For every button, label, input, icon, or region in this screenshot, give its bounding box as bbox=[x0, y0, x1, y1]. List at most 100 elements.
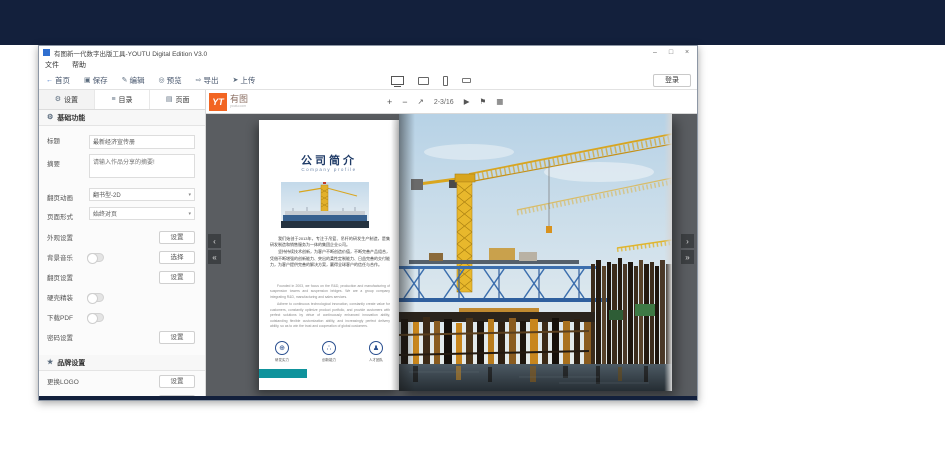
title-bar[interactable]: 有图新一代数字出版工具-YOUTU Digital Edition V3.0 –… bbox=[39, 46, 697, 59]
edit-pencil-icon: ✎ bbox=[122, 77, 128, 84]
upload-label: 上传 bbox=[240, 75, 255, 86]
feature-icons-row: ⊕ 研发实力 ∴ 创新能力 ♟ 人才团队 bbox=[259, 341, 399, 363]
download-pdf-row: 下载PDF bbox=[39, 307, 205, 327]
appearance-settings-button[interactable]: 设置 bbox=[159, 231, 195, 244]
list-icon: ≡ bbox=[111, 96, 115, 103]
fullscreen-icon[interactable]: ↗ bbox=[418, 98, 424, 106]
right-page-nav: › » bbox=[681, 234, 694, 264]
tab-settings-label: 设置 bbox=[64, 95, 78, 105]
flipbook-viewer: YT 有图 youtu.com + − ↗ 2-3/16 ▶ ⚑ ▦ bbox=[206, 90, 697, 396]
page-turn-settings-button[interactable]: 设置 bbox=[159, 271, 195, 284]
home-button[interactable]: ← 首页 bbox=[46, 75, 70, 86]
window-title: 有图新一代数字出版工具-YOUTU Digital Edition V3.0 bbox=[54, 48, 647, 58]
first-page-button[interactable]: « bbox=[208, 250, 221, 264]
zoom-in-button[interactable]: + bbox=[387, 98, 392, 107]
tablet-device-icon[interactable] bbox=[418, 77, 429, 85]
bookmark-icon[interactable]: ⚑ bbox=[479, 98, 486, 106]
phone-device-icon[interactable] bbox=[443, 76, 448, 86]
menu-file[interactable]: 文件 bbox=[45, 60, 59, 70]
edit-label: 编辑 bbox=[130, 75, 145, 86]
page-form-select[interactable]: 始终对页 ▾ bbox=[89, 207, 195, 220]
export-icon: ⇨ bbox=[196, 77, 202, 84]
prev-page-button[interactable]: ‹ bbox=[208, 234, 221, 248]
feature-caption: 人才团队 bbox=[369, 358, 383, 363]
upload-button[interactable]: ➤ 上传 bbox=[232, 75, 255, 86]
maximize-button[interactable]: □ bbox=[663, 46, 679, 59]
appearance-label: 外观设置 bbox=[47, 232, 73, 242]
viewer-controls: + − ↗ 2-3/16 ▶ ⚑ ▦ bbox=[387, 90, 503, 114]
chart-dots-icon: ∴ bbox=[322, 341, 336, 355]
settings-sidebar: ⚙ 设置 ≡ 目录 ▤ 页面 ⚙ 基础功能 bbox=[39, 90, 206, 396]
summary-input[interactable] bbox=[89, 154, 195, 178]
tab-settings[interactable]: ⚙ 设置 bbox=[39, 90, 95, 109]
back-arrow-icon: ← bbox=[46, 77, 53, 84]
edit-button[interactable]: ✎ 编辑 bbox=[122, 75, 145, 86]
preview-button[interactable]: ◎ 预览 bbox=[159, 75, 182, 86]
viewer-canvas: ‹ « › » 公司简介 Company profile bbox=[206, 114, 697, 396]
download-pdf-label: 下载PDF bbox=[47, 312, 73, 322]
next-page-button[interactable]: › bbox=[681, 234, 694, 248]
change-logo-row: 更换LOGO 设置 bbox=[39, 371, 205, 391]
flip-animation-label: 翻页动画 bbox=[47, 188, 89, 202]
title-field-row: 标题 bbox=[39, 126, 205, 149]
menu-help[interactable]: 帮助 bbox=[72, 60, 86, 70]
save-label: 保存 bbox=[93, 75, 108, 86]
autoplay-button[interactable]: ▶ bbox=[464, 98, 470, 106]
minimize-button[interactable]: – bbox=[647, 46, 663, 59]
crane-photo-thumbnail bbox=[281, 182, 369, 228]
music-label: 背景音乐 bbox=[47, 252, 73, 262]
password-settings-button[interactable]: 设置 bbox=[159, 331, 195, 344]
page-form-row: 页面形式 始终对页 ▾ bbox=[39, 202, 205, 221]
youtu-logo: YT bbox=[209, 93, 227, 111]
feature-caption: 创新能力 bbox=[322, 358, 336, 363]
zoom-out-button[interactable]: − bbox=[402, 98, 407, 107]
tab-catalog[interactable]: ≡ 目录 bbox=[95, 90, 151, 109]
title-input[interactable] bbox=[89, 135, 195, 149]
login-button[interactable]: 登录 bbox=[653, 74, 691, 87]
section-brand-settings: ★ 品牌设置 bbox=[39, 355, 205, 371]
music-toggle-off[interactable] bbox=[87, 253, 104, 262]
app-body: ⚙ 设置 ≡ 目录 ▤ 页面 ⚙ 基础功能 bbox=[39, 90, 697, 396]
background-music-row: 背景音乐 选择 bbox=[39, 247, 205, 267]
viewer-header: YT 有图 youtu.com + − ↗ 2-3/16 ▶ ⚑ ▦ bbox=[206, 90, 697, 114]
feature-item: ♟ 人才团队 bbox=[363, 341, 389, 363]
gear-icon: ⚙ bbox=[47, 114, 53, 121]
mini-device-icon[interactable] bbox=[462, 78, 471, 83]
english-body-text: Founded in 2003, we focus on the R&D, pr… bbox=[270, 284, 390, 332]
password-label: 密码设置 bbox=[47, 332, 73, 342]
last-page-button[interactable]: » bbox=[681, 250, 694, 264]
export-button[interactable]: ⇨ 导出 bbox=[196, 75, 219, 86]
desktop-device-icon[interactable] bbox=[391, 76, 404, 85]
save-icon: ▣ bbox=[84, 77, 91, 84]
brand-wordmark: 有图 youtu.com bbox=[230, 95, 248, 108]
construction-site-photo bbox=[399, 114, 672, 391]
flip-animation-row: 翻页动画 翻书型-2D ▾ bbox=[39, 183, 205, 202]
upload-plane-icon: ➤ bbox=[232, 77, 238, 84]
gear-icon: ⚙ bbox=[55, 96, 61, 103]
password-settings-row: 密码设置 设置 bbox=[39, 327, 205, 347]
close-button[interactable]: × bbox=[679, 46, 695, 59]
page-form-value: 始终对页 bbox=[93, 209, 117, 218]
hardcover-row: 硬壳精装 bbox=[39, 287, 205, 307]
change-logo-button[interactable]: 设置 bbox=[159, 375, 195, 388]
page-subtitle: Company profile bbox=[259, 167, 399, 172]
flip-animation-value: 翻书型-2D bbox=[93, 190, 121, 199]
book-right-page[interactable] bbox=[399, 114, 672, 391]
save-button[interactable]: ▣ 保存 bbox=[84, 75, 108, 86]
music-choose-button[interactable]: 选择 bbox=[159, 251, 195, 264]
thumbnail-grid-icon[interactable]: ▦ bbox=[496, 98, 503, 106]
tab-pages[interactable]: ▤ 页面 bbox=[150, 90, 205, 109]
page-title: 公司简介 bbox=[259, 152, 399, 168]
chevron-down-icon: ▾ bbox=[188, 211, 191, 217]
brand-name: 有图 bbox=[230, 95, 248, 104]
book-left-page[interactable]: 公司简介 Company profile bbox=[259, 120, 399, 390]
page-icon: ▤ bbox=[166, 96, 173, 103]
summary-field-row: 摘要 bbox=[39, 149, 205, 183]
download-pdf-toggle-off[interactable] bbox=[87, 313, 104, 322]
hardcover-toggle-off[interactable] bbox=[87, 293, 104, 302]
preview-magnifier-icon: ◎ bbox=[159, 77, 165, 84]
desktop-background: 有图新一代数字出版工具-YOUTU Digital Edition V3.0 –… bbox=[0, 0, 945, 450]
person-icon: ♟ bbox=[369, 341, 383, 355]
main-toolbar: ← 首页 ▣ 保存 ✎ 编辑 ◎ 预览 ⇨ 导出 ➤ 上传 bbox=[39, 71, 697, 90]
flip-animation-select[interactable]: 翻书型-2D ▾ bbox=[89, 188, 195, 201]
